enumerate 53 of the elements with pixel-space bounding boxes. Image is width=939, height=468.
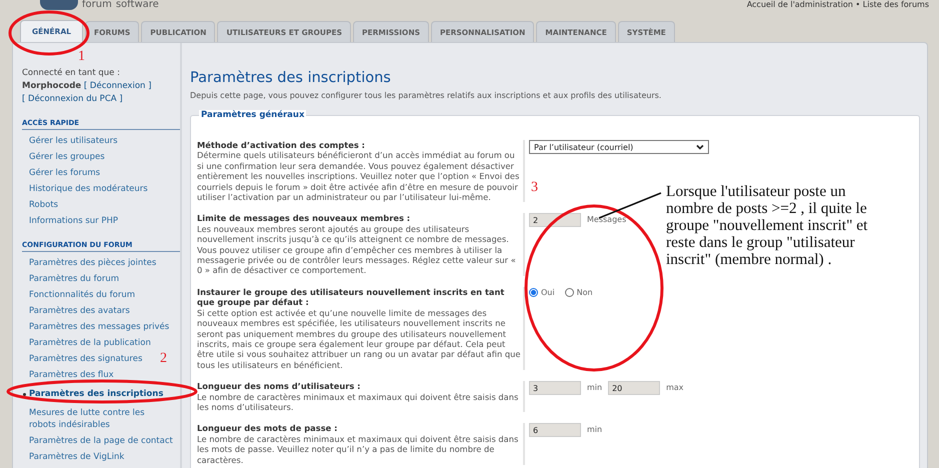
unit-label: min <box>587 424 602 436</box>
page-intro: Depuis cette page, vous pouvez configurer tous les paramètres relatifs aux inscriptions et aux profils des utilisateurs. <box>190 91 662 100</box>
sidebar-link[interactable]: Paramètres de VigLink <box>22 449 124 465</box>
radio-option[interactable]: Oui <box>529 288 555 297</box>
fieldset-legend: Paramètres généraux <box>199 110 306 120</box>
sidebar-link[interactable]: Paramètres des flux <box>22 367 114 383</box>
annotation-number: 2 <box>160 352 167 366</box>
annotation-number: 3 <box>531 181 538 195</box>
number-field[interactable]: 2 <box>529 213 581 228</box>
setting-label: Limite de messages des nouveaux membres : <box>197 213 412 224</box>
annotation-note: Lorsque l'utilisateur poste un nombre de posts >=2 , il quite le groupe "nouvellement inscrit" et reste dans le group "utilisateur inscrit" (membre normal) . <box>666 183 869 268</box>
unit-label: Messages <box>587 214 626 226</box>
logo-icon <box>40 0 78 10</box>
username: Morphocode <box>22 81 82 91</box>
logout-link[interactable]: [ Déconnexion ] <box>84 81 152 91</box>
sidebar-link[interactable]: Paramètres des messages privés <box>22 319 170 335</box>
setting-label: Méthode d’activation des comptes : <box>197 140 366 150</box>
number-field[interactable]: 6 <box>529 423 581 438</box>
setting-label: Longueur des noms d’utilisateurs : <box>197 381 362 392</box>
sidebar-link[interactable]: Paramètres des pièces jointes <box>22 255 156 271</box>
number-field[interactable]: 20 <box>608 381 660 396</box>
sidebar-link[interactable]: Informations sur PHP <box>22 213 118 229</box>
sidebar-link[interactable]: Paramètres du forum <box>22 271 120 287</box>
number-field[interactable]: 3 <box>529 381 581 396</box>
sidebar-link[interactable]: Fonctionnalités du forum <box>22 287 135 303</box>
sidebar-link[interactable]: Robots <box>22 197 58 213</box>
login-label: Connecté en tant que : <box>22 68 120 78</box>
setting-description: Le nombre de caractères minimaux et maximaux qui doivent être saisis dans les mots de passe. Veuillez noter qu’il n’y a pas de limite du nombre de caractères. <box>197 434 520 465</box>
setting-label: Longueur des mots de passe : <box>197 423 338 434</box>
sidebar-link[interactable]: Paramètres des inscriptions <box>22 386 164 402</box>
sidebar-link[interactable]: Paramètres de la page de contact <box>22 433 173 449</box>
annotation-number: 1 <box>78 50 85 64</box>
unit-label: min <box>587 382 602 394</box>
setting-description: Le nombre de caractères minimaux et maximaux qui doivent être saisis dans les noms d’utilisateurs. <box>197 392 520 412</box>
setting-description: Les nouveaux membres seront ajoutés au groupe des utilisateurs nouvellement inscrits jusqu’à ce qu’ils atteignent ce nombre de messages. Vous pouvez utiliser ce groupe afin d’empêcher ces membres à utiliser la messagerie privée ou de contrôler leurs messages. Réglez cette valeur sur « 0 » afin de désactiver ce comportement. <box>197 224 517 276</box>
sidebar-link[interactable]: Gérer les utilisateurs <box>22 133 118 149</box>
sidebar-link[interactable]: Gérer les groupes <box>22 149 105 165</box>
sidebar-link[interactable]: Mesures de lutte contre les robots indésirables <box>22 405 159 433</box>
breadcrumb-link[interactable]: Accueil de l'administration • Liste des forums <box>746 0 929 9</box>
sidebar-link[interactable]: Paramètres de la publication <box>22 335 151 351</box>
sidebar-link[interactable]: Gérer les forums <box>22 165 100 181</box>
chevron-down-icon <box>696 144 704 150</box>
page-title: Paramètres des inscriptions <box>190 70 392 86</box>
activation-dropdown[interactable]: Par l’utilisateur (courriel) <box>529 140 709 154</box>
acp-logout-link[interactable]: [ Déconnexion du PCA ] <box>22 94 123 104</box>
setting-label: Instaurer le groupe des utilisateurs nouvellement inscrits en tant que groupe par défaut : <box>197 286 506 308</box>
unit-label: max <box>666 382 684 394</box>
radio-option[interactable]: Non <box>564 288 593 297</box>
setting-description: Si cette option est activée et qu’une nouvelle limite de messages des nouveaux membres est spécifiée, les utilisateurs nouvellement inscrits ne seront pas uniquement membres du groupe des utilisateurs nouvellement inscrits, mais ce groupe sera également leur groupe par défaut. Cela peut être utile si vous souhaitez attribuer un rang ou un avatar par défaut afin que tous les utilisateurs en bénéficient. <box>197 308 521 370</box>
sidebar-link[interactable]: Historique des modérateurs <box>22 181 148 197</box>
setting-description: Détermine quels utilisateurs bénéficieront d’un accès immédiat au forum ou si une confirmation leur sera demandée. Vous pouvez également désactiver entièrement les nouvelles inscriptions. Veuillez noter que l’option « Envoi des courriels depuis le forum » doit être activée afin d’être en mesure de pouvoir utiliser l’activation par un administrateur ou par l’utilisateur lui-même. <box>197 150 520 202</box>
sidebar-link[interactable]: Paramètres des signatures <box>22 351 142 367</box>
sidebar-link[interactable]: Paramètres des avatars <box>22 303 130 319</box>
